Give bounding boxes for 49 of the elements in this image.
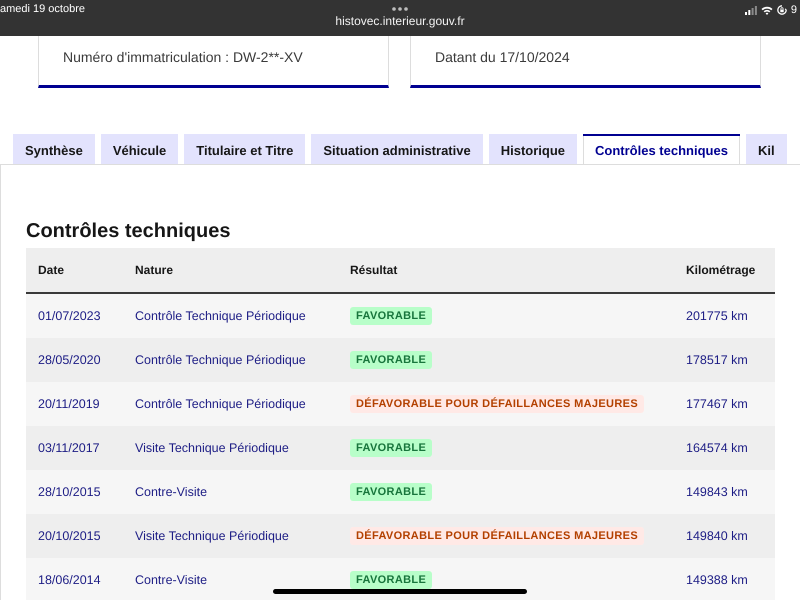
nature-cell: Contrôle Technique Périodique — [135, 353, 306, 367]
date-cell: 20/11/2019 — [38, 397, 100, 411]
tab[interactable]: Titulaire et Titre — [184, 134, 306, 164]
mileage-cell: 177467 km — [686, 397, 748, 411]
date-cell: 03/11/2017 — [38, 441, 100, 455]
date-cell: 28/10/2015 — [38, 485, 101, 499]
nature-cell: Visite Technique Périodique — [135, 529, 289, 543]
url-text[interactable]: histovec.interieur.gouv.fr — [335, 14, 465, 28]
result-badge: FAVORABLE — [350, 439, 432, 457]
card-text: Datant du 17/10/2024 — [435, 49, 570, 66]
nature-cell: Contre-Visite — [135, 573, 208, 587]
mileage-cell: 201775 km — [686, 309, 748, 323]
tab[interactable]: Synthèse — [13, 134, 95, 164]
status-date: amedi 19 octobre — [0, 3, 85, 16]
card-text: Numéro d'immatriculation : DW-2**-XV — [63, 49, 303, 66]
date-cell: 20/10/2015 — [38, 529, 101, 543]
mileage-cell: 149843 km — [686, 485, 748, 499]
tab[interactable]: Situation administrative — [311, 134, 483, 164]
tab[interactable]: Contrôles techniques — [583, 134, 740, 164]
result-badge: DÉFAVORABLE POUR DÉFAILLANCES MAJEURES — [350, 527, 644, 545]
column-header: Résultat — [350, 263, 398, 277]
result-badge: FAVORABLE — [350, 571, 432, 589]
mileage-cell: 149840 km — [686, 529, 748, 543]
result-badge: FAVORABLE — [350, 351, 432, 369]
nature-cell: Visite Technique Périodique — [135, 441, 289, 455]
column-header: Kilométrage — [686, 263, 756, 277]
tab[interactable]: Véhicule — [100, 134, 178, 164]
result-badge: FAVORABLE — [350, 483, 432, 501]
result-badge: DÉFAVORABLE POUR DÉFAILLANCES MAJEURES — [350, 395, 644, 413]
date-cell: 28/05/2020 — [38, 353, 101, 367]
tab[interactable]: Kil — [746, 134, 787, 164]
nature-cell: Contre-Visite — [135, 485, 208, 499]
battery-text: 9 — [790, 4, 797, 16]
orientation-lock-icon — [776, 5, 787, 15]
tab[interactable]: Historique — [488, 134, 578, 164]
mileage-cell: 149388 km — [686, 573, 748, 587]
result-badge: FAVORABLE — [350, 307, 432, 325]
column-header: Nature — [135, 263, 174, 277]
nature-cell: Contrôle Technique Périodique — [135, 309, 306, 323]
column-header: Date — [38, 263, 64, 277]
more-dots-icon[interactable] — [392, 7, 408, 11]
nature-cell: Contrôle Technique Périodique — [135, 397, 306, 411]
signal-icon — [744, 6, 757, 14]
mileage-cell: 178517 km — [686, 353, 748, 367]
date-cell: 18/06/2014 — [38, 573, 101, 587]
section-title: Contrôles techniques — [26, 219, 232, 243]
wifi-icon — [760, 6, 773, 14]
date-cell: 01/07/2023 — [38, 309, 101, 323]
mileage-cell: 164574 km — [686, 441, 748, 455]
